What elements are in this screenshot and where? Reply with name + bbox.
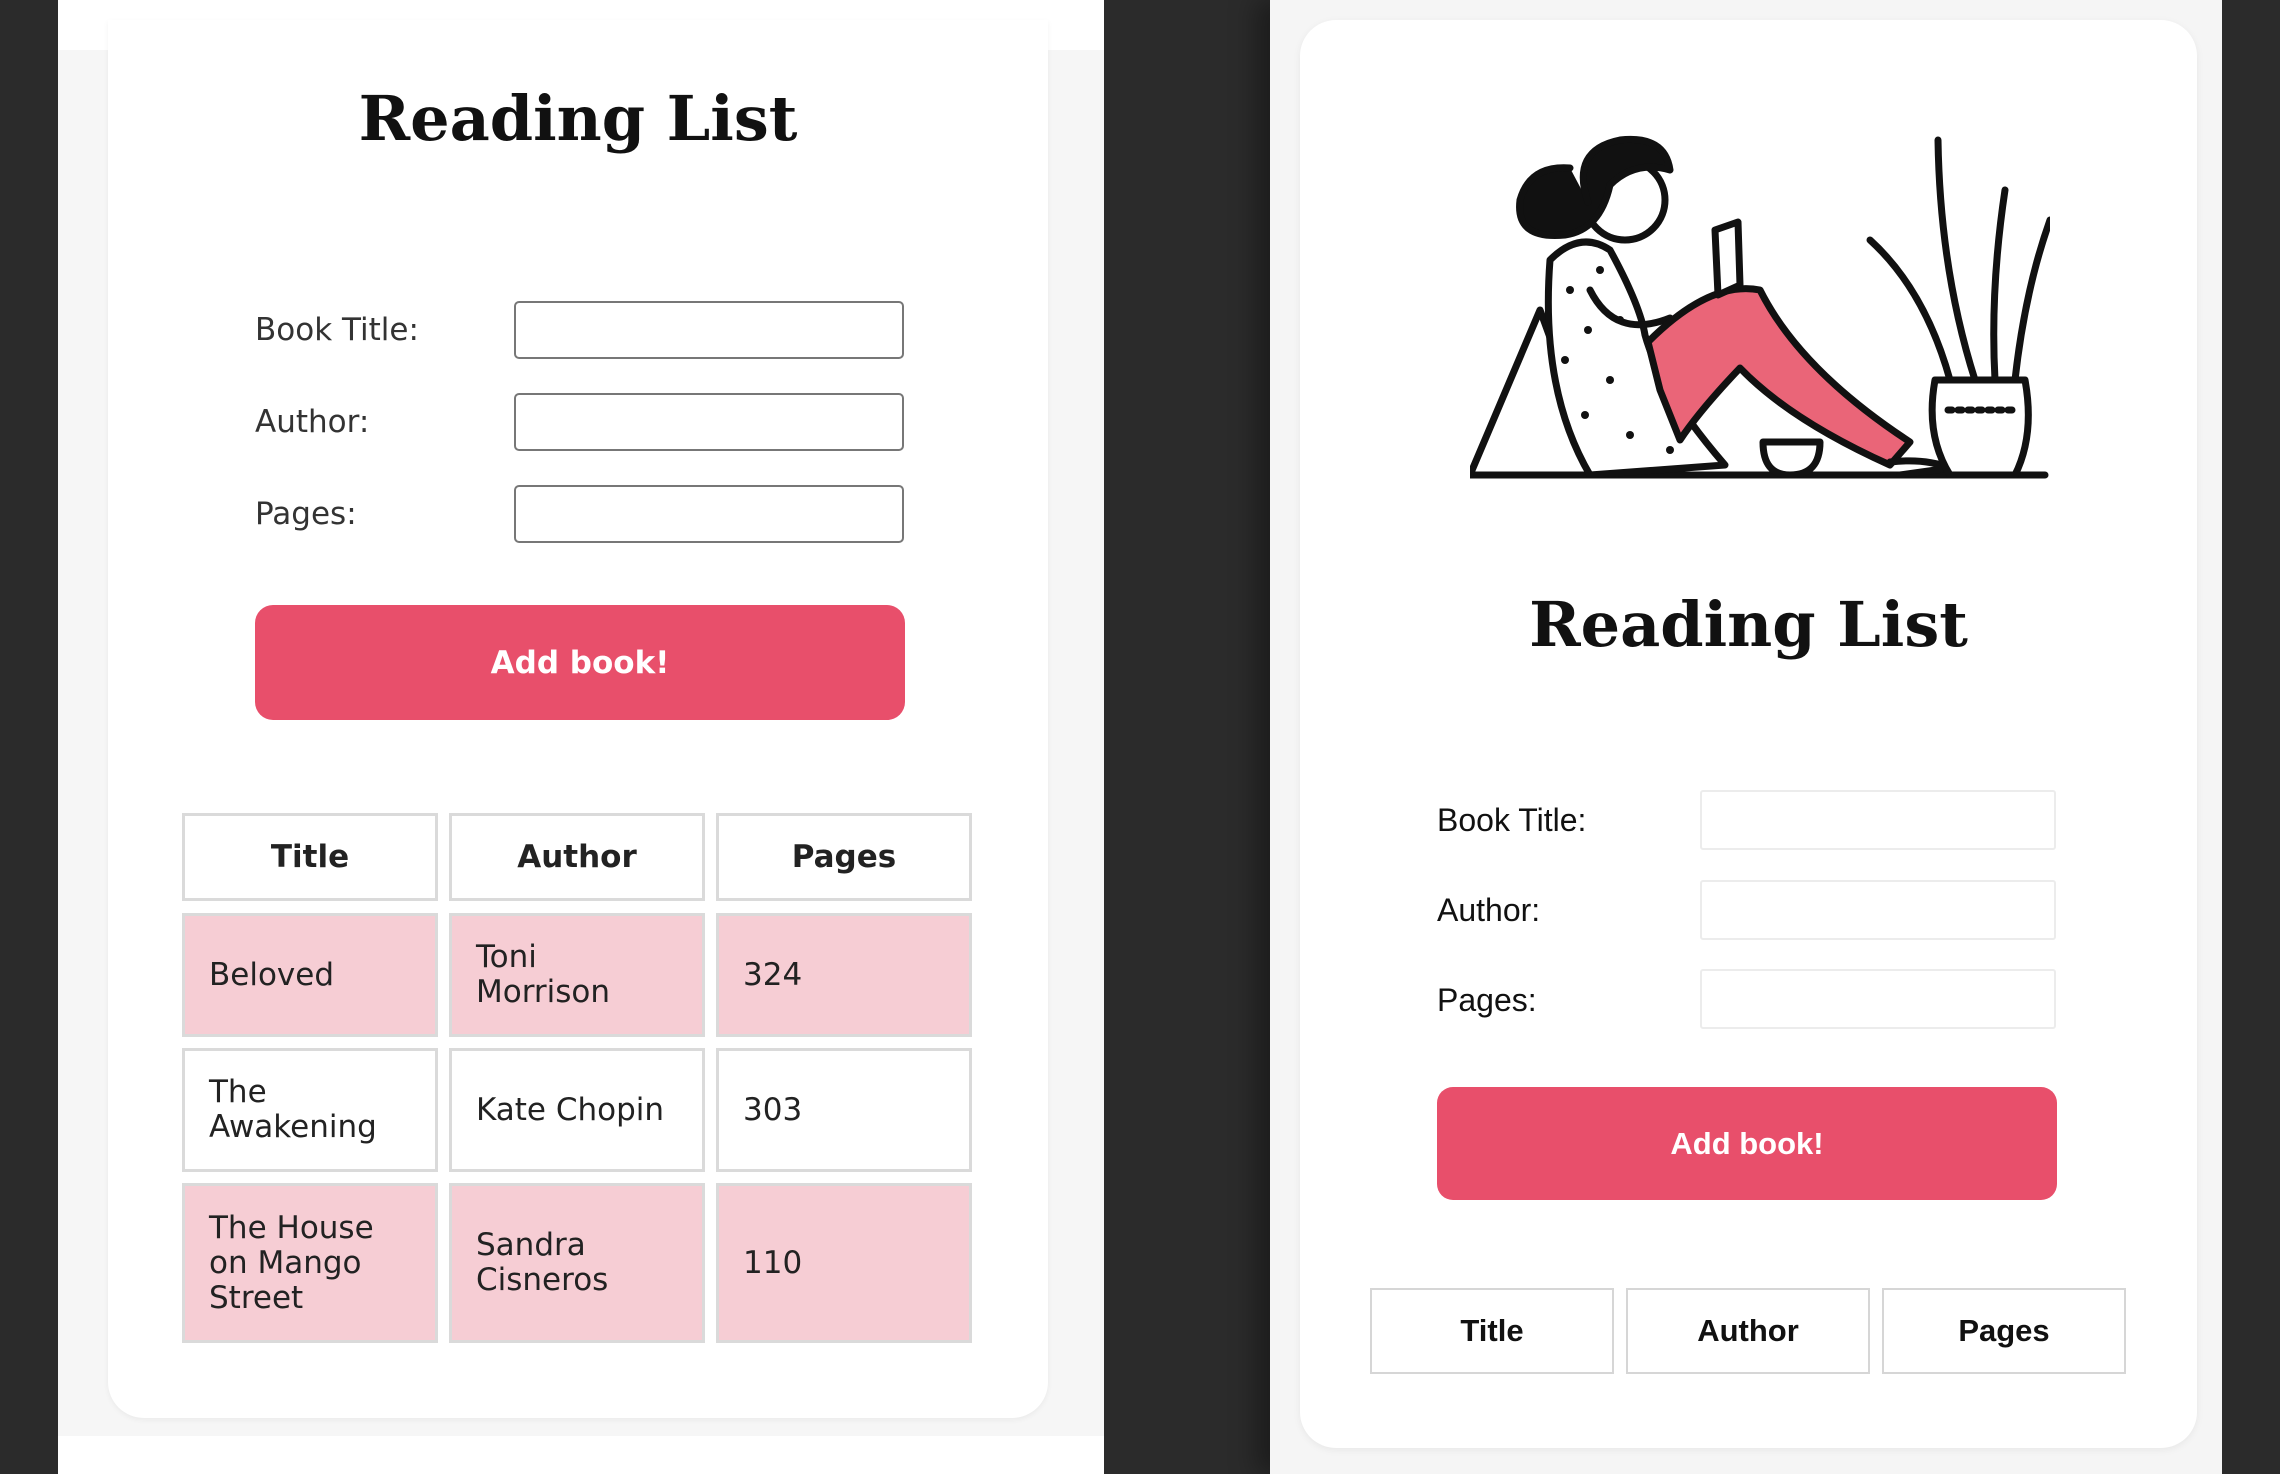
author-label: Author:	[255, 404, 370, 440]
pages-label: Pages:	[255, 496, 357, 532]
book-title-label: Book Title:	[1437, 802, 1587, 838]
table-cell-title: The Awakening	[182, 1048, 438, 1172]
table-cell-pages: 110	[716, 1183, 972, 1343]
table-header-author: Author	[1626, 1288, 1870, 1374]
table-cell-author: Toni Morrison	[449, 913, 705, 1037]
pages-input[interactable]	[1700, 969, 2056, 1029]
table-header-author: Author	[449, 813, 705, 901]
page-title: Reading List	[1529, 588, 1968, 661]
book-title-label: Book Title:	[255, 312, 419, 348]
woman-reading-illustration	[1470, 135, 2050, 479]
table-cell-pages: 324	[716, 913, 972, 1037]
book-title-input[interactable]	[1700, 790, 2056, 850]
table-cell-title: The House on Mango Street	[182, 1183, 438, 1343]
author-label: Author:	[1437, 892, 1541, 928]
right-reading-list-card: Reading List Book Title: Author: Pages: …	[1300, 20, 2197, 1448]
left-reading-list-card: Reading List Book Title: Author: Pages: …	[108, 20, 1048, 1418]
author-input[interactable]	[1700, 880, 2056, 940]
author-input[interactable]	[514, 393, 904, 451]
window-edge	[2222, 0, 2280, 1474]
page-title: Reading List	[358, 82, 798, 155]
table-cell-author: Sandra Cisneros	[449, 1183, 705, 1343]
table-cell-title: Beloved	[182, 913, 438, 1037]
pages-input[interactable]	[514, 485, 904, 543]
book-title-input[interactable]	[514, 301, 904, 359]
table-header-title: Title	[182, 813, 438, 901]
table-header-title: Title	[1370, 1288, 1614, 1374]
table-cell-author: Kate Chopin	[449, 1048, 705, 1172]
right-app-window: Reading List Book Title: Author: Pages: …	[1270, 0, 2222, 1474]
add-book-button[interactable]: Add book!	[255, 605, 905, 720]
add-book-button[interactable]: Add book!	[1437, 1087, 2057, 1200]
window-gap	[1104, 0, 1270, 1474]
pages-label: Pages:	[1437, 982, 1537, 1018]
table-header-pages: Pages	[1882, 1288, 2126, 1374]
table-header-pages: Pages	[716, 813, 972, 901]
table-cell-pages: 303	[716, 1048, 972, 1172]
left-app-window: Reading List Book Title: Author: Pages: …	[58, 0, 1104, 1474]
